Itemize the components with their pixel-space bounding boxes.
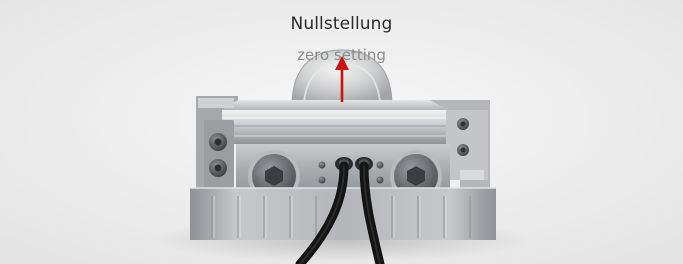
product-photo — [0, 0, 683, 264]
